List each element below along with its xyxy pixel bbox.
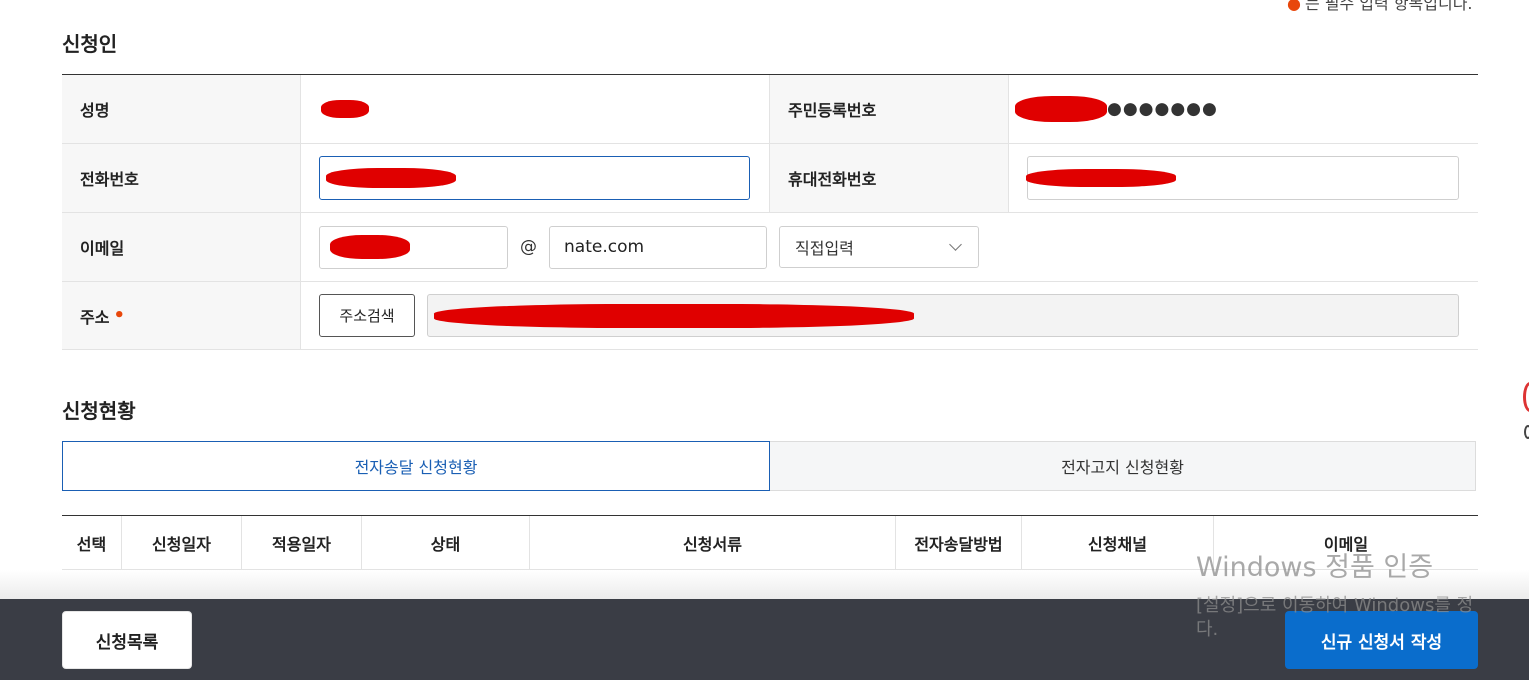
status-tabs: 전자송달 신청현황 전자고지 신청현황 [62,441,1476,491]
watermark-line2: 다. [1196,619,1219,640]
redaction-mark [326,168,456,188]
column-header: 전자송달방법 [896,516,1022,569]
name-label: 성명 [62,75,301,143]
address-label-cell: 주소 • [62,282,301,349]
mobile-cell [1009,144,1478,212]
phone-input[interactable] [319,156,750,200]
column-header: 선택 [62,516,122,569]
rrn-value: ●●●●●●● [1009,75,1478,143]
phone-label: 전화번호 [62,144,301,212]
address-cell: 주소검색 [301,282,1478,349]
redaction-mark [330,235,410,259]
mobile-label: 휴대전화번호 [769,144,1009,212]
tab-electronic-notice[interactable]: 전자고지 신청현황 [770,441,1476,491]
applicant-form: 성명 주민등록번호 ●●●●●●● 전화번호 휴대전화번호 이메일 @ nate… [62,74,1478,350]
watermark-line1: [설정]으로 이동하여 Windows를 정 [1196,595,1474,616]
address-input[interactable] [427,294,1459,337]
phone-cell [301,144,769,212]
side-float-icon[interactable] [1523,382,1529,412]
side-float-icon[interactable] [1524,425,1529,439]
form-row-email: 이메일 @ nate.com 직접입력 [62,213,1478,282]
form-row-address: 주소 • 주소검색 [62,282,1478,350]
redaction-mark [1015,96,1107,122]
redaction-mark [321,100,369,118]
column-header: 신청채널 [1022,516,1214,569]
address-label: 주소 [80,307,110,327]
email-select-value: 직접입력 [795,239,854,258]
name-value [301,75,769,143]
required-dot-icon: ● [1287,0,1301,13]
column-header: 신청일자 [122,516,242,569]
rrn-masked: ●●●●●●● [1107,99,1218,119]
address-search-button[interactable]: 주소검색 [319,294,415,337]
email-label: 이메일 [62,213,301,281]
redaction-mark [434,303,914,328]
required-note: ● 는 필수 입력 항목입니다. [1287,0,1473,14]
chevron-down-icon [949,238,962,251]
applicant-section-title: 신청인 [62,32,118,56]
watermark-title: Windows 정품 인증 [1196,552,1434,583]
column-header: 적용일자 [242,516,362,569]
column-header: 상태 [362,516,530,569]
redaction-mark [1026,169,1176,187]
email-at-sign: @ [520,237,537,257]
mobile-input[interactable] [1026,156,1459,200]
email-id-input[interactable] [319,225,508,269]
form-row-phone: 전화번호 휴대전화번호 [62,144,1478,213]
email-domain-input[interactable]: nate.com [549,225,767,269]
windows-activation-watermark: Windows 정품 인증 [설정]으로 이동하여 Windows를 정 다. [1196,545,1473,642]
application-list-button[interactable]: 신청목록 [62,611,192,669]
tab-electronic-delivery[interactable]: 전자송달 신청현황 [62,441,770,491]
email-domain-select[interactable]: 직접입력 [779,226,979,268]
status-section-title: 신청현황 [62,399,136,423]
rrn-label: 주민등록번호 [769,75,1009,143]
column-header: 신청서류 [530,516,896,569]
email-cell: @ nate.com 직접입력 [301,213,1478,281]
form-row-name: 성명 주민등록번호 ●●●●●●● [62,75,1478,144]
required-dot-icon: • [113,305,125,326]
